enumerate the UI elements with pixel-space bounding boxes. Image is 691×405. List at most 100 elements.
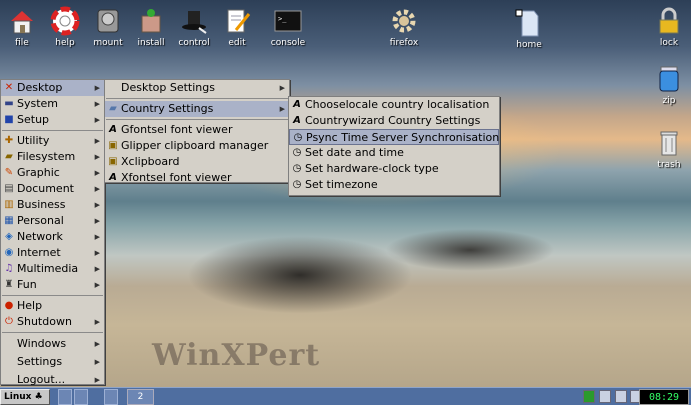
desktop-icon-edit[interactable]: edit xyxy=(209,6,265,48)
menu-item-business[interactable]: ▥ Business ▶ xyxy=(1,197,104,213)
clock-icon: ◷ xyxy=(292,163,302,174)
menu-item-gfontsel[interactable]: A Gfontsel font viewer xyxy=(105,122,289,138)
submenu-arrow-icon: ▶ xyxy=(94,153,100,161)
workspace-pager[interactable]: 2 xyxy=(127,389,154,405)
svg-text:>_: >_ xyxy=(278,15,287,23)
submenu-arrow-icon: ▶ xyxy=(94,185,100,193)
menu-item-set-date-time[interactable]: ◷ Set date and time xyxy=(289,145,499,161)
menu-item-system[interactable]: ▬ System ▶ xyxy=(1,96,104,112)
font-icon: A xyxy=(109,124,117,135)
submenu-arrow-icon: ▶ xyxy=(94,201,100,209)
menu-item-hardware-clock[interactable]: ◷ Set hardware-clock type xyxy=(289,161,499,177)
font-icon: A xyxy=(293,115,301,126)
clock-icon: ◷ xyxy=(293,132,303,143)
menu-item-desktop-settings[interactable]: Desktop Settings ▶ xyxy=(105,80,289,96)
desktop-icon-trash[interactable]: trash xyxy=(641,128,691,170)
desktop-icon-home[interactable]: home xyxy=(501,8,557,50)
menu-item-graphic[interactable]: ✎ Graphic ▶ xyxy=(1,165,104,181)
menu-item-shutdown[interactable]: ⏻ Shutdown ▶ xyxy=(1,314,104,330)
menu-item-filesystem[interactable]: ▰ Filesystem ▶ xyxy=(1,149,104,165)
document-icon: ▤ xyxy=(4,183,14,194)
main-menu: ✕ Desktop ▶ ▬ System ▶ ■ Setup ▶ ✚ Utility ▶ ▰ Fi… xyxy=(0,79,105,386)
quicklaunch-file-icon[interactable] xyxy=(58,389,72,405)
desktop-icon-firefox[interactable]: firefox xyxy=(376,6,432,48)
submenu-arrow-icon: ▶ xyxy=(94,169,100,177)
menu-item-xclipboard[interactable]: ▣ Xclipboard xyxy=(105,154,289,170)
network-tray-icon[interactable] xyxy=(583,390,595,403)
quicklaunch-gear-icon[interactable] xyxy=(104,389,118,405)
joystick-icon: ♜ xyxy=(4,279,14,290)
menu-item-windows[interactable]: Windows ▶ xyxy=(1,335,104,353)
notepad-icon xyxy=(227,9,251,33)
menu-item-country-settings[interactable]: ▰ Country Settings ▶ xyxy=(105,101,289,117)
menu-item-internet[interactable]: ◉ Internet ▶ xyxy=(1,245,104,261)
desktop-icon-lock[interactable]: lock xyxy=(641,6,691,48)
menu-separator xyxy=(2,130,103,131)
menu-item-chooselocale[interactable]: A Chooselocale country localisation xyxy=(289,97,499,113)
menu-item-fun[interactable]: ♜ Fun ▶ xyxy=(1,277,104,293)
menu-item-glipper[interactable]: ▣ Glipper clipboard manager xyxy=(105,138,289,154)
monitor-icon: ▬ xyxy=(4,98,14,109)
menu-item-countrywizard[interactable]: A Countrywizard Country Settings xyxy=(289,113,499,129)
menu-item-multimedia[interactable]: ♫ Multimedia ▶ xyxy=(1,261,104,277)
top-hat-icon xyxy=(182,11,207,34)
menu-separator xyxy=(106,119,288,120)
menu-item-set-timezone[interactable]: ◷ Set timezone xyxy=(289,177,499,193)
watermark-text: WinXPert xyxy=(152,338,321,373)
menu-item-settings[interactable]: Settings ▶ xyxy=(1,353,104,371)
menu-item-xfontsel[interactable]: A Xfontsel font viewer xyxy=(105,170,289,186)
menu-item-document[interactable]: ▤ Document ▶ xyxy=(1,181,104,197)
taskbar: Linux ♣ 2 08:29 AM xyxy=(0,387,691,405)
jar-icon xyxy=(659,66,679,92)
submenu-arrow-icon: ▶ xyxy=(94,100,100,108)
font-icon: A xyxy=(293,99,301,110)
font-icon: A xyxy=(109,172,117,183)
globe-icon: ◉ xyxy=(4,247,14,258)
clipboard-icon: ▣ xyxy=(108,156,118,167)
menu-item-utility[interactable]: ✚ Utility ▶ xyxy=(1,133,104,149)
menu-item-network[interactable]: ◈ Network ▶ xyxy=(1,229,104,245)
home-folder-icon xyxy=(11,11,33,34)
desktop-icon-zip[interactable]: zip xyxy=(641,64,691,106)
package-icon xyxy=(141,9,161,33)
x-icon: ✕ xyxy=(4,82,14,93)
desktop-submenu: Desktop Settings ▶ ▰ Country Settings ▶ A Gf… xyxy=(104,79,290,186)
storage-tray-icon[interactable] xyxy=(615,390,627,403)
menu-separator xyxy=(2,332,103,333)
submenu-arrow-icon: ▶ xyxy=(94,217,100,225)
display-tray-icon[interactable] xyxy=(599,390,611,403)
tools-icon: ✚ xyxy=(4,135,14,146)
submenu-arrow-icon: ▶ xyxy=(279,105,285,113)
folder-icon: ▰ xyxy=(5,151,13,162)
submenu-arrow-icon: ▶ xyxy=(94,265,100,273)
menu-item-setup[interactable]: ■ Setup ▶ xyxy=(1,112,104,128)
menu-separator xyxy=(106,98,288,99)
menu-item-personal[interactable]: ▦ Personal ▶ xyxy=(1,213,104,229)
drive-icon xyxy=(97,9,119,33)
menu-item-help[interactable]: ● Help xyxy=(1,298,104,314)
desktop-icon-console[interactable]: >_ console xyxy=(260,6,316,48)
menu-item-desktop[interactable]: ✕ Desktop ▶ xyxy=(1,80,104,96)
power-icon: ⏻ xyxy=(5,316,13,327)
pencil-icon: ✎ xyxy=(4,167,14,178)
penguin-icon: ♣ xyxy=(34,392,43,402)
folder-icon xyxy=(515,9,539,37)
trash-can-icon xyxy=(660,131,678,156)
folder-icon: ▰ xyxy=(109,103,117,114)
country-submenu: A Chooselocale country localisation A Coun… xyxy=(288,96,500,196)
submenu-arrow-icon: ▶ xyxy=(94,358,100,366)
submenu-arrow-icon: ▶ xyxy=(279,84,285,92)
submenu-arrow-icon: ▶ xyxy=(94,116,100,124)
submenu-arrow-icon: ▶ xyxy=(94,249,100,257)
help-icon: ● xyxy=(4,300,14,311)
submenu-arrow-icon: ▶ xyxy=(94,137,100,145)
submenu-arrow-icon: ▶ xyxy=(94,281,100,289)
clock[interactable]: 08:29 AM xyxy=(639,389,689,405)
start-button[interactable]: Linux ♣ xyxy=(0,389,50,405)
clock-icon: ◷ xyxy=(292,147,302,158)
gear-icon xyxy=(392,9,416,33)
menu-item-psync[interactable]: ◷ Psync Time Server Synchronisation xyxy=(289,129,499,145)
quicklaunch-browser-icon[interactable] xyxy=(74,389,88,405)
calendar-icon: ▦ xyxy=(4,215,14,226)
submenu-arrow-icon: ▶ xyxy=(94,340,100,348)
